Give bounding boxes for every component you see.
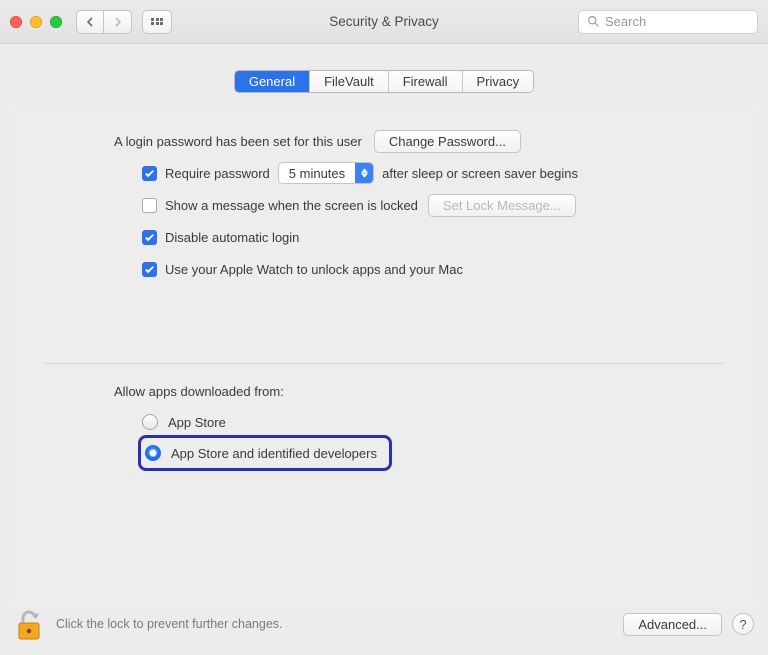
gatekeeper-option-appstore[interactable]: App Store [142, 409, 754, 435]
back-button[interactable] [76, 10, 104, 34]
close-icon[interactable] [10, 16, 22, 28]
radio-icon [145, 445, 161, 461]
apple-watch-label: Use your Apple Watch to unlock apps and … [165, 262, 463, 277]
tab-label: Privacy [477, 74, 520, 89]
lock-label: Click the lock to prevent further change… [56, 617, 283, 631]
tab-general[interactable]: General [235, 71, 310, 92]
minimize-icon[interactable] [30, 16, 42, 28]
forward-button[interactable] [104, 10, 132, 34]
help-button[interactable]: ? [732, 613, 754, 635]
tab-label: General [249, 74, 295, 89]
require-password-suffix: after sleep or screen saver begins [382, 166, 578, 181]
password-set-row: A login password has been set for this u… [114, 127, 734, 155]
password-delay-value: 5 minutes [279, 163, 355, 183]
show-message-row: Show a message when the screen is locked… [142, 191, 734, 219]
show-message-checkbox[interactable] [142, 198, 157, 213]
titlebar: Security & Privacy Search [0, 0, 768, 44]
require-password-checkbox[interactable] [142, 166, 157, 181]
login-section: A login password has been set for this u… [14, 107, 754, 283]
disable-autologin-row: Disable automatic login [142, 223, 734, 251]
updown-icon [355, 163, 373, 183]
divider [44, 363, 724, 364]
show-message-label: Show a message when the screen is locked [165, 198, 418, 213]
gatekeeper-option-identified-highlight: App Store and identified developers [138, 435, 392, 471]
lock-icon[interactable] [14, 607, 44, 641]
tab-label: Firewall [403, 74, 448, 89]
advanced-button[interactable]: Advanced... [623, 613, 722, 636]
tabs: General FileVault Firewall Privacy [234, 70, 534, 93]
set-lock-message-button: Set Lock Message... [428, 194, 576, 217]
checkmark-icon [144, 168, 155, 179]
apple-watch-checkbox[interactable] [142, 262, 157, 277]
password-delay-select[interactable]: 5 minutes [278, 162, 374, 184]
tabs-container: General FileVault Firewall Privacy [0, 70, 768, 93]
disable-autologin-checkbox[interactable] [142, 230, 157, 245]
tab-filevault[interactable]: FileVault [310, 71, 389, 92]
checkmark-icon [144, 232, 155, 243]
tab-firewall[interactable]: Firewall [389, 71, 463, 92]
apple-watch-row: Use your Apple Watch to unlock apps and … [142, 255, 734, 283]
tab-privacy[interactable]: Privacy [463, 71, 534, 92]
nav-buttons [76, 10, 132, 34]
gatekeeper-option-identified[interactable]: App Store and identified developers [145, 440, 377, 466]
radio-icon [142, 414, 158, 430]
chevron-right-icon [114, 17, 122, 27]
window-traffic-lights [10, 16, 62, 28]
gatekeeper-section: Allow apps downloaded from: App Store Ap… [14, 384, 754, 471]
grid-icon [151, 18, 163, 26]
search-placeholder: Search [605, 14, 646, 29]
change-password-button[interactable]: Change Password... [374, 130, 521, 153]
disable-autologin-label: Disable automatic login [165, 230, 299, 245]
require-password-row: Require password 5 minutes after sleep o… [142, 159, 734, 187]
password-set-label: A login password has been set for this u… [114, 134, 362, 149]
checkmark-icon [144, 264, 155, 275]
gatekeeper-option-label: App Store [168, 415, 226, 430]
content-panel: A login password has been set for this u… [14, 107, 754, 607]
gatekeeper-title: Allow apps downloaded from: [114, 384, 754, 399]
show-all-button[interactable] [142, 10, 172, 34]
require-password-prefix: Require password [165, 166, 270, 181]
search-input[interactable]: Search [578, 10, 758, 34]
tab-label: FileVault [324, 74, 374, 89]
search-icon [587, 15, 600, 28]
chevron-left-icon [86, 17, 94, 27]
gatekeeper-option-label: App Store and identified developers [171, 446, 377, 461]
zoom-icon[interactable] [50, 16, 62, 28]
footer: Click the lock to prevent further change… [14, 607, 754, 641]
